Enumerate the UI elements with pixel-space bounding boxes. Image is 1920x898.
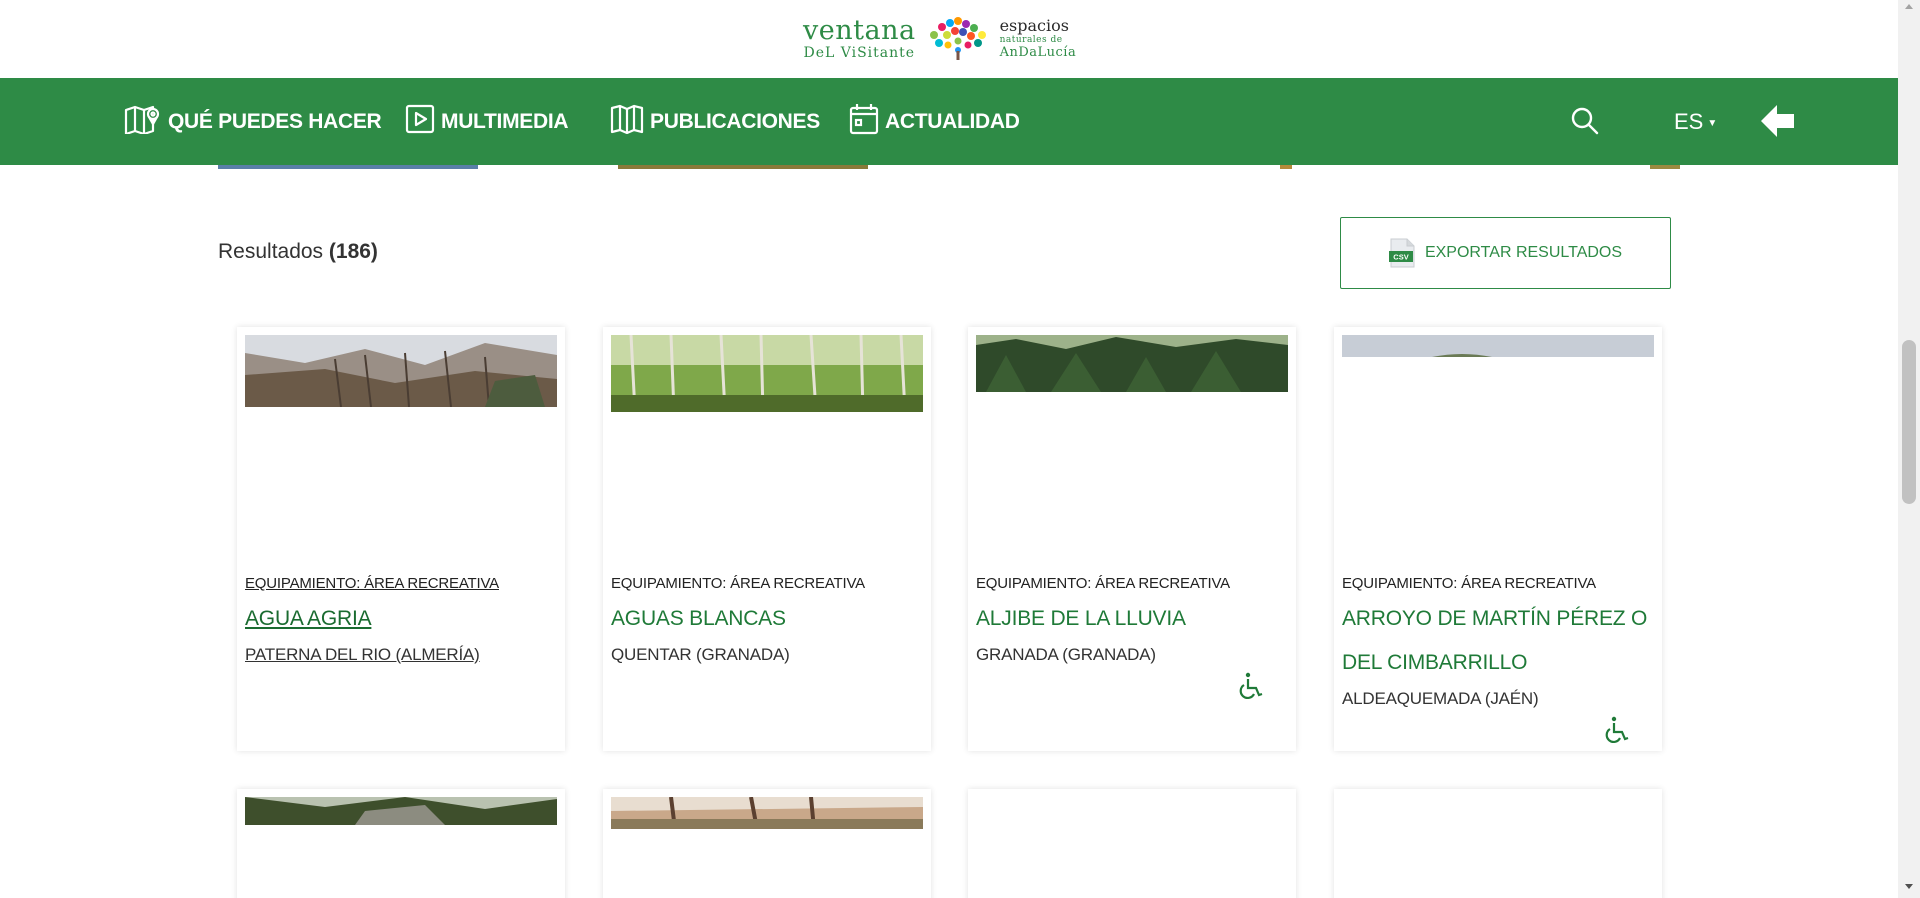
- nav-label: QUÉ PUEDES HACER: [168, 109, 382, 133]
- caret-down-icon: ▼: [1707, 118, 1718, 129]
- nav-label: MULTIMEDIA: [441, 109, 569, 133]
- scroll-up-arrow-icon[interactable]: [1905, 4, 1913, 9]
- logo-line2: DeL ViSitante: [803, 44, 916, 61]
- csv-icon-text: CSV: [1393, 253, 1408, 262]
- nav-label: PUBLICACIONES: [650, 109, 820, 133]
- scroll-thumb[interactable]: [1902, 340, 1916, 504]
- card-location: PATERNA DEL RIO (ALMERÍA): [245, 645, 480, 664]
- export-label: EXPORTAR RESULTADOS: [1424, 244, 1623, 261]
- card-category: EQUIPAMIENTO: ÁREA RECREATIVA: [245, 575, 499, 592]
- card-title-link[interactable]: AGUA AGRIA: [245, 597, 557, 641]
- card-title-link[interactable]: ALJIBE DE LA LLUVIA: [976, 597, 1288, 641]
- site-logo[interactable]: ventana DeL ViSitante espacios naturales…: [803, 10, 1095, 66]
- logo-ventana-text: ventana DeL ViSitante: [803, 17, 916, 60]
- result-card[interactable]: [237, 789, 565, 898]
- card-location: GRANADA (GRANADA): [976, 645, 1156, 664]
- card-image[interactable]: [1342, 335, 1654, 357]
- nav-item-actualidad[interactable]: ACTUALIDAD: [849, 78, 1020, 165]
- scroll-down-arrow-icon[interactable]: [1905, 884, 1913, 889]
- wheelchair-accessible-icon: [1238, 672, 1264, 705]
- card-image[interactable]: [245, 797, 557, 825]
- nav-item-que-puedes-hacer[interactable]: QUÉ PUEDES HACER: [124, 78, 382, 165]
- result-card[interactable]: EQUIPAMIENTO: ÁREA RECREATIVA ALJIBE DE …: [968, 327, 1296, 751]
- card-category: EQUIPAMIENTO: ÁREA RECREATIVA: [611, 575, 865, 592]
- card-image[interactable]: [976, 335, 1288, 392]
- play-icon: [405, 104, 441, 140]
- result-card[interactable]: [603, 789, 931, 898]
- hero-image-strip: [1280, 165, 1292, 169]
- book-icon: [610, 104, 650, 140]
- hero-image-strip: [618, 165, 868, 169]
- card-image[interactable]: [611, 335, 923, 412]
- logo-right-line1: espacios: [999, 15, 1069, 35]
- card-title-link[interactable]: ARROYO DE MARTÍN PÉREZ O DEL CIMBARRILLO: [1342, 597, 1654, 685]
- result-card[interactable]: [1334, 789, 1662, 898]
- logo-line1: ventana: [803, 14, 916, 46]
- card-title-link[interactable]: AGUAS BLANCAS: [611, 597, 923, 641]
- logo-espacios-text: espacios naturales de AnDaLucía: [999, 15, 1077, 60]
- card-image[interactable]: [245, 335, 557, 407]
- card-location: ALDEAQUEMADA (JAÉN): [1342, 689, 1539, 708]
- results-count-label: Resultados (186): [218, 240, 378, 264]
- card-category: EQUIPAMIENTO: ÁREA RECREATIVA: [976, 575, 1230, 592]
- language-label: ES: [1674, 108, 1704, 134]
- wheelchair-accessible-icon: [1604, 716, 1630, 749]
- arrow-left-icon[interactable]: [1758, 102, 1796, 145]
- search-icon[interactable]: [1570, 106, 1600, 141]
- page-scrollbar[interactable]: [1898, 0, 1920, 898]
- main-nav: QUÉ PUEDES HACER MULTIMEDIA PUBLICACIONE…: [0, 78, 1898, 165]
- language-selector[interactable]: ES ▼: [1674, 78, 1717, 165]
- nav-label: ACTUALIDAD: [885, 109, 1020, 133]
- card-image[interactable]: [611, 797, 923, 829]
- hero-image-strip: [218, 165, 478, 169]
- map-pin-icon: [124, 104, 168, 140]
- results-count: (186): [328, 240, 378, 263]
- card-category: EQUIPAMIENTO: ÁREA RECREATIVA: [1342, 575, 1596, 592]
- csv-file-icon: CSV: [1388, 238, 1415, 268]
- nav-item-publicaciones[interactable]: PUBLICACIONES: [610, 78, 820, 165]
- logo-right-line3: AnDaLucía: [999, 44, 1077, 60]
- export-results-button[interactable]: CSV EXPORTAR RESULTADOS: [1340, 217, 1671, 289]
- result-card[interactable]: EQUIPAMIENTO: ÁREA RECREATIVA ARROYO DE …: [1334, 327, 1662, 751]
- result-card[interactable]: EQUIPAMIENTO: ÁREA RECREATIVA AGUA AGRIA…: [237, 327, 565, 751]
- logo-right-line2: naturales de: [999, 34, 1063, 45]
- card-location: QUENTAR (GRANADA): [611, 645, 790, 664]
- logo-tree-icon: [922, 15, 994, 61]
- hero-image-strip: [1650, 165, 1680, 169]
- nav-item-multimedia[interactable]: MULTIMEDIA: [405, 78, 569, 165]
- result-card[interactable]: EQUIPAMIENTO: ÁREA RECREATIVA AGUAS BLAN…: [603, 327, 931, 751]
- header-logo-bar: ventana DeL ViSitante espacios naturales…: [0, 0, 1898, 78]
- calendar-icon: [849, 103, 885, 141]
- result-card[interactable]: [968, 789, 1296, 898]
- results-label-text: Resultados: [218, 240, 324, 263]
